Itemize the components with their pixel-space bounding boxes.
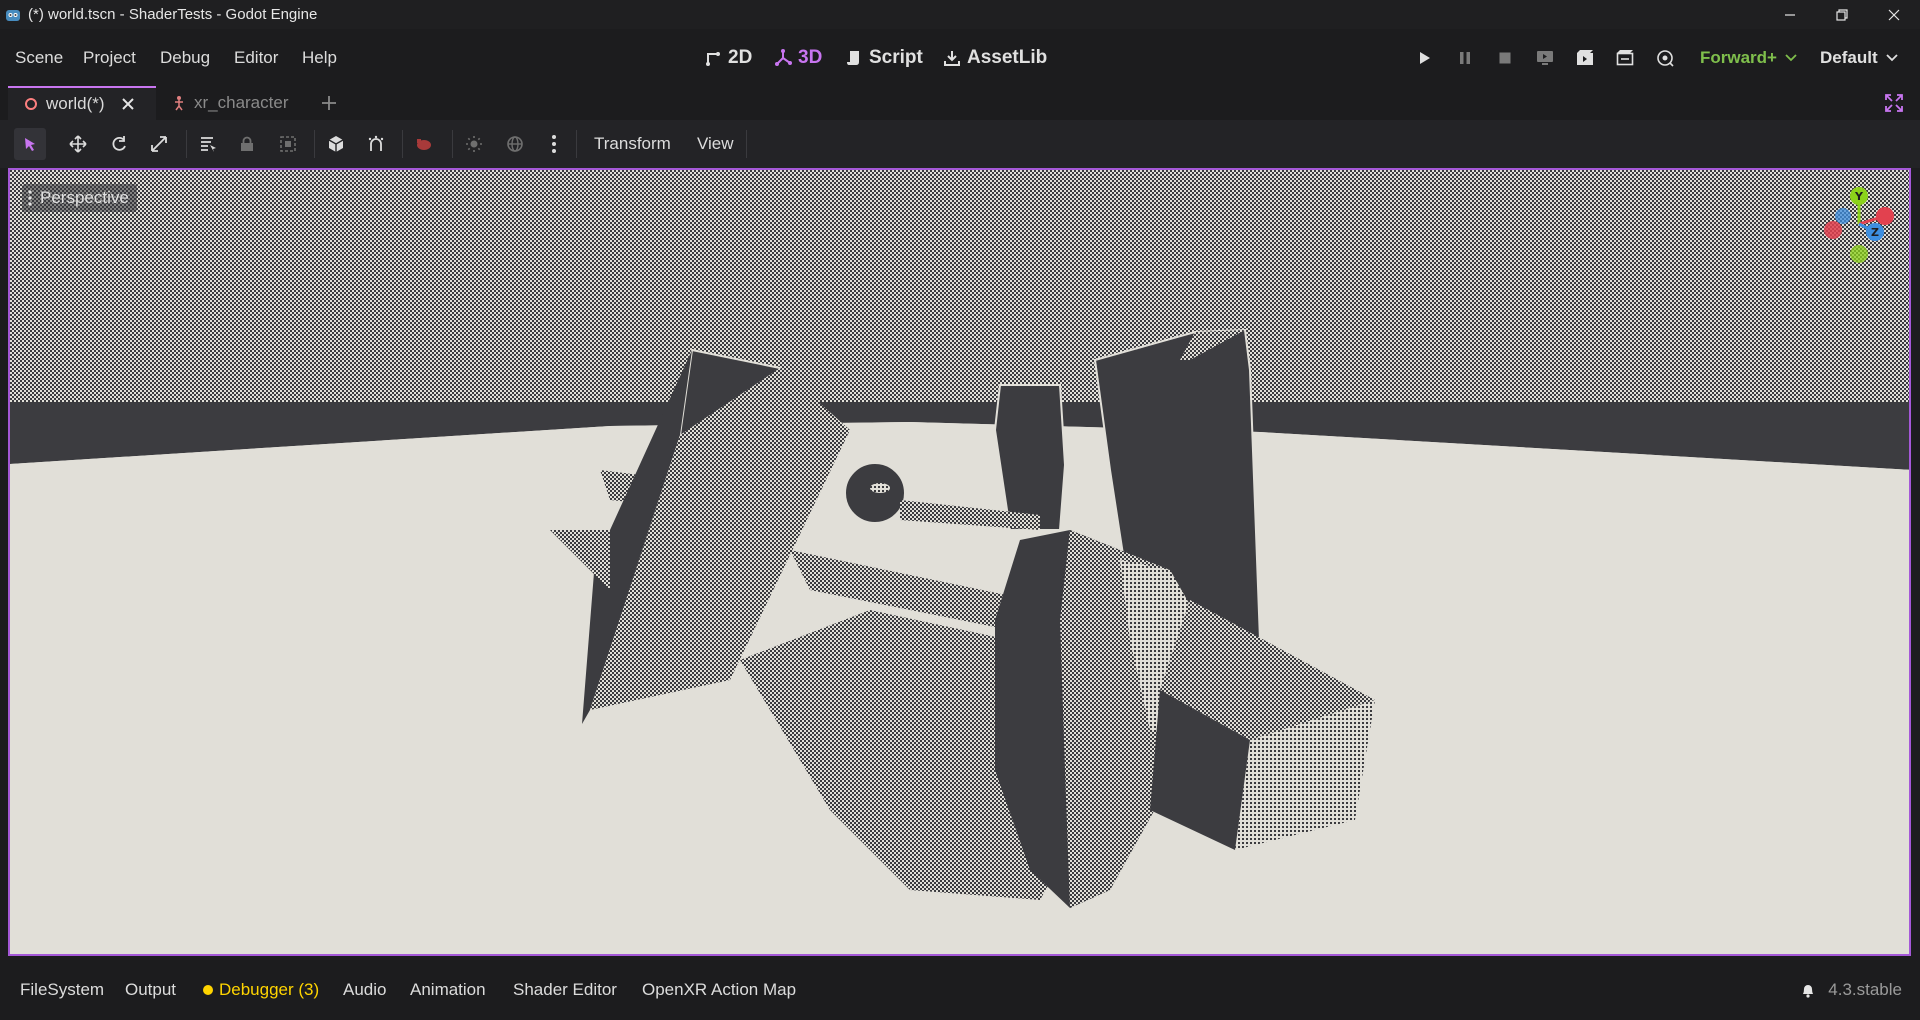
scene-tab-xr-character[interactable]: xr_character xyxy=(172,86,288,120)
viewport-toolbar: Transform View xyxy=(0,120,1920,168)
notification-bell-icon xyxy=(1803,985,1814,998)
chevron-down-icon xyxy=(1885,53,1898,61)
warning-dot-icon xyxy=(203,985,213,995)
window-title: (*) world.tscn - ShaderTests - Godot Eng… xyxy=(28,6,318,23)
bottom-tab-filesystem[interactable]: FileSystem xyxy=(20,960,104,1020)
close-icon[interactable] xyxy=(121,97,135,111)
bottom-tab-debugger[interactable]: Debugger (3) xyxy=(203,960,319,1020)
bottom-tab-openxr-action-map[interactable]: OpenXR Action Map xyxy=(642,960,796,1020)
close-icon[interactable] xyxy=(1868,0,1920,29)
local-space-icon[interactable] xyxy=(320,128,352,160)
mainscreen-3d-button[interactable]: 3D xyxy=(774,29,822,86)
remote-debug-icon[interactable] xyxy=(1530,29,1560,86)
bottom-tab-animation[interactable]: Animation xyxy=(410,960,486,1020)
perspective-label: Perspective xyxy=(40,188,129,207)
scene-tab-world[interactable]: world(*) xyxy=(8,86,156,120)
plus-icon xyxy=(322,96,336,110)
bottom-tab-output[interactable]: Output xyxy=(125,960,176,1020)
mainscreen-2d-label: 2D xyxy=(728,46,753,68)
menu-help[interactable]: Help xyxy=(302,29,337,86)
perspective-menu-button[interactable]: Perspective xyxy=(22,184,137,212)
more-options-icon[interactable] xyxy=(538,128,570,160)
mainscreen-script-label: Script xyxy=(869,46,923,68)
mainscreen-2d-button[interactable]: 2D xyxy=(704,29,752,86)
run-custom-scene-icon[interactable] xyxy=(1610,29,1640,86)
distraction-free-button[interactable] xyxy=(1884,86,1904,120)
scene-tab-label: world(*) xyxy=(46,94,105,113)
stop-icon[interactable] xyxy=(1490,29,1520,86)
version-label: 4.3.stable xyxy=(1828,980,1902,999)
node3d-icon xyxy=(25,98,37,110)
view-menu[interactable]: View xyxy=(697,120,734,168)
title-bar: (*) world.tscn - ShaderTests - Godot Eng… xyxy=(0,0,1920,29)
scale-mode-icon[interactable] xyxy=(143,128,175,160)
gizmo-y-label: Y xyxy=(1854,190,1864,203)
scene-render xyxy=(10,170,1909,954)
scene-tab-label: xr_character xyxy=(194,93,289,112)
lock-icon[interactable] xyxy=(231,128,263,160)
menu-project[interactable]: Project xyxy=(83,29,136,86)
assetlib-icon xyxy=(944,50,960,66)
scene-tabs: world(*) xr_character xyxy=(0,86,1920,120)
select-mode-icon[interactable] xyxy=(14,128,46,160)
group-icon[interactable] xyxy=(272,128,304,160)
menu-editor[interactable]: Editor xyxy=(234,29,278,86)
renderer-dropdown[interactable]: Forward+ xyxy=(1700,29,1797,86)
environment-preview-icon[interactable] xyxy=(499,128,531,160)
mainscreen-assetlib-label: AssetLib xyxy=(967,46,1048,68)
version-info[interactable]: 4.3.stable xyxy=(1800,960,1902,1020)
renderer-label: Forward+ xyxy=(1700,47,1777,67)
3d-icon xyxy=(775,48,792,66)
chevron-down-icon xyxy=(1785,53,1797,61)
godot-logo-icon xyxy=(6,9,20,21)
snap-icon[interactable] xyxy=(360,128,392,160)
run-current-scene-icon[interactable] xyxy=(1570,29,1600,86)
layout-label: Default xyxy=(1820,47,1878,67)
mainscreen-3d-label: 3D xyxy=(798,46,823,68)
mainscreen-assetlib-button[interactable]: AssetLib xyxy=(943,29,1047,86)
script-icon xyxy=(847,50,859,65)
bottom-panel: FileSystem Output Debugger (3) Audio Ani… xyxy=(0,960,1920,1020)
restore-icon[interactable] xyxy=(1816,0,1868,29)
minimize-icon[interactable] xyxy=(1764,0,1816,29)
bottom-tab-shader-editor[interactable]: Shader Editor xyxy=(513,960,617,1020)
menu-debug[interactable]: Debug xyxy=(160,29,210,86)
movie-maker-icon[interactable] xyxy=(1650,29,1680,86)
axis-gizmo[interactable]: Y Z xyxy=(1809,184,1909,284)
3d-viewport[interactable]: Perspective Y Z xyxy=(8,168,1911,956)
transform-menu[interactable]: Transform xyxy=(594,120,671,168)
layout-dropdown[interactable]: Default xyxy=(1820,29,1898,86)
animation-key-icon[interactable] xyxy=(408,128,440,160)
menu-scene[interactable]: Scene xyxy=(15,29,63,86)
bottom-tab-audio[interactable]: Audio xyxy=(343,960,386,1020)
2d-icon xyxy=(706,51,720,66)
fullscreen-icon xyxy=(1885,94,1903,112)
gizmo-z-label: Z xyxy=(1871,226,1879,239)
play-icon[interactable] xyxy=(1410,29,1440,86)
bottom-tab-debugger-label: Debugger (3) xyxy=(219,980,320,999)
list-select-icon[interactable] xyxy=(192,128,224,160)
pause-icon[interactable] xyxy=(1450,29,1480,86)
menu-bar: Scene Project Debug Editor Help 2D 3D Sc… xyxy=(0,29,1920,86)
mainscreen-script-button[interactable]: Script xyxy=(845,29,923,86)
move-mode-icon[interactable] xyxy=(62,128,94,160)
sun-preview-icon[interactable] xyxy=(458,128,490,160)
skeleton-icon xyxy=(175,96,183,111)
more-options-icon xyxy=(28,190,32,206)
add-scene-tab-button[interactable] xyxy=(320,86,338,120)
rotate-mode-icon[interactable] xyxy=(103,128,135,160)
